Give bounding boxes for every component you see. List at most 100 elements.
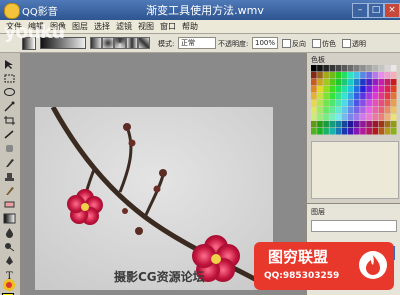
swatch-cell[interactable]	[360, 107, 366, 114]
swatch-cell[interactable]	[366, 100, 372, 107]
swatch-cell[interactable]	[311, 107, 317, 114]
swatch-cell[interactable]	[366, 107, 372, 114]
swatch-cell[interactable]	[311, 121, 317, 128]
gradient-tool-active-icon[interactable]	[3, 213, 16, 224]
swatch-cell[interactable]	[311, 86, 317, 93]
menu-filter[interactable]: 滤镜	[116, 21, 132, 32]
mode-select[interactable]: 正常	[178, 37, 216, 49]
swatch-cell[interactable]	[360, 79, 366, 86]
swatch-cell[interactable]	[366, 86, 372, 93]
swatch-cell[interactable]	[323, 65, 329, 72]
swatch-cell[interactable]	[323, 100, 329, 107]
swatch-cell[interactable]	[378, 107, 385, 114]
swatch-cell[interactable]	[317, 65, 323, 72]
swatch-cell[interactable]	[335, 107, 342, 114]
swatch-cell[interactable]	[390, 93, 397, 100]
swatch-cell[interactable]	[366, 93, 372, 100]
swatch-cell[interactable]	[378, 79, 385, 86]
swatch-cell[interactable]	[384, 72, 391, 79]
swatch-cell[interactable]	[390, 100, 397, 107]
swatch-cell[interactable]	[335, 114, 342, 121]
swatch-cell[interactable]	[360, 100, 366, 107]
blend-mode-select[interactable]	[311, 220, 397, 232]
swatch-cell[interactable]	[311, 79, 317, 86]
swatch-cell[interactable]	[311, 93, 317, 100]
swatch-cell[interactable]	[378, 72, 385, 79]
swatch-cell[interactable]	[378, 86, 385, 93]
swatch-cell[interactable]	[390, 65, 397, 72]
swatch-cell[interactable]	[354, 65, 360, 72]
swatch-cell[interactable]	[317, 121, 323, 128]
swatch-cell[interactable]	[335, 93, 342, 100]
swatch-cell[interactable]	[329, 86, 336, 93]
swatch-cell[interactable]	[323, 107, 329, 114]
swatch-cell[interactable]	[378, 100, 385, 107]
swatch-cell[interactable]	[341, 121, 348, 128]
swatch-cell[interactable]	[366, 79, 372, 86]
swatch-cell[interactable]	[317, 128, 323, 135]
swatch-cell[interactable]	[354, 79, 360, 86]
swatch-cell[interactable]	[311, 65, 317, 72]
swatch-cell[interactable]	[378, 121, 385, 128]
swatch-cell[interactable]	[354, 114, 360, 121]
swatch-cell[interactable]	[317, 93, 323, 100]
swatch-cell[interactable]	[329, 128, 336, 135]
swatch-cell[interactable]	[323, 72, 329, 79]
swatch-cell[interactable]	[317, 86, 323, 93]
swatch-cell[interactable]	[384, 114, 391, 121]
swatch-cell[interactable]	[311, 128, 317, 135]
swatch-cell[interactable]	[372, 100, 379, 107]
swatch-cell[interactable]	[384, 128, 391, 135]
swatch-cell[interactable]	[347, 79, 354, 86]
crop-tool-icon[interactable]	[3, 115, 16, 126]
swatch-cell[interactable]	[317, 72, 323, 79]
swatch-cell[interactable]	[354, 107, 360, 114]
swatch-cell[interactable]	[354, 128, 360, 135]
swatch-cell[interactable]	[384, 93, 391, 100]
swatch-cell[interactable]	[372, 86, 379, 93]
menu-help[interactable]: 帮助	[182, 21, 198, 32]
swatch-cell[interactable]	[329, 107, 336, 114]
swatch-cell[interactable]	[378, 114, 385, 121]
swatch-cell[interactable]	[390, 114, 397, 121]
swatch-cell[interactable]	[390, 128, 397, 135]
marquee-tool-icon[interactable]	[3, 73, 16, 84]
eraser-tool-icon[interactable]	[3, 199, 16, 210]
swatch-cell[interactable]	[311, 72, 317, 79]
swatch-cell[interactable]	[323, 114, 329, 121]
clone-stamp-tool-icon[interactable]	[3, 171, 16, 182]
swatch-cell[interactable]	[323, 121, 329, 128]
swatch-cell[interactable]	[378, 93, 385, 100]
menu-window[interactable]: 窗口	[160, 21, 176, 32]
swatch-cell[interactable]	[384, 121, 391, 128]
swatch-cell[interactable]	[317, 100, 323, 107]
swatch-cell[interactable]	[329, 121, 336, 128]
swatch-cell[interactable]	[366, 128, 372, 135]
swatch-cell[interactable]	[354, 93, 360, 100]
swatch-cell[interactable]	[335, 72, 342, 79]
swatch-cell[interactable]	[390, 121, 397, 128]
swatch-cell[interactable]	[360, 65, 366, 72]
swatch-cell[interactable]	[317, 114, 323, 121]
swatch-cell[interactable]	[366, 121, 372, 128]
dodge-tool-icon[interactable]	[3, 241, 16, 252]
healing-brush-tool-icon[interactable]	[3, 143, 16, 154]
swatch-cell[interactable]	[347, 65, 354, 72]
image-canvas[interactable]	[35, 107, 273, 290]
angle-gradient-icon[interactable]	[114, 37, 126, 49]
swatch-cell[interactable]	[390, 79, 397, 86]
swatch-cell[interactable]	[329, 72, 336, 79]
swatch-cell[interactable]	[341, 100, 348, 107]
swatch-cell[interactable]	[311, 100, 317, 107]
swatch-cell[interactable]	[341, 107, 348, 114]
swatch-cell[interactable]	[360, 93, 366, 100]
swatch-cell[interactable]	[384, 79, 391, 86]
magic-wand-tool-icon[interactable]	[3, 101, 16, 112]
maximize-button[interactable]: □	[368, 3, 384, 18]
swatch-cell[interactable]	[354, 72, 360, 79]
swatch-cell[interactable]	[384, 65, 391, 72]
minimize-button[interactable]: –	[352, 3, 368, 18]
slice-tool-icon[interactable]	[3, 129, 16, 140]
swatch-cell[interactable]	[347, 121, 354, 128]
transparency-checkbox[interactable]	[342, 39, 351, 48]
